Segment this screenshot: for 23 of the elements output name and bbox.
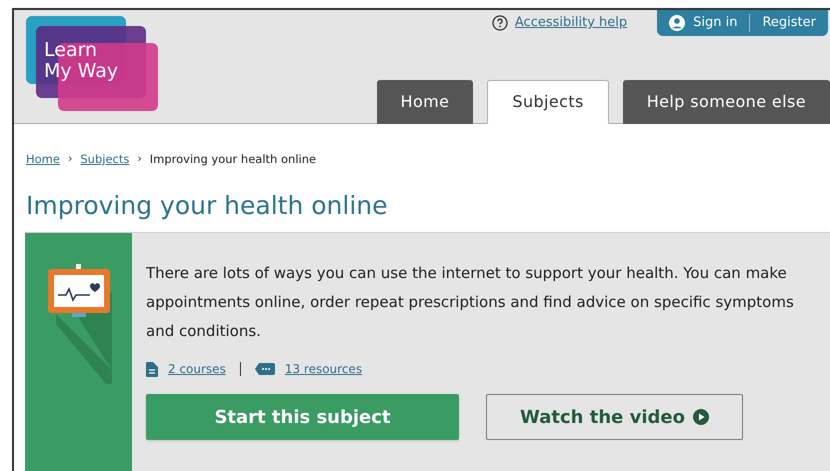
document-icon <box>146 362 158 377</box>
register-button[interactable]: Register <box>762 13 816 33</box>
start-subject-button[interactable]: Start this subject <box>146 394 459 440</box>
breadcrumb-current: Improving your health online <box>150 151 316 168</box>
resources-link[interactable]: 13 resources <box>284 360 362 378</box>
nav-tab[interactable]: Subjects <box>487 80 609 124</box>
user-icon <box>669 15 686 31</box>
help-icon <box>492 14 508 31</box>
breadcrumb-separator: › <box>68 151 72 168</box>
breadcrumb-link[interactable]: Subjects <box>80 151 130 168</box>
accessibility-help-link[interactable]: Accessibility help <box>514 13 628 32</box>
play-icon <box>692 409 709 426</box>
page-title: Improving your health online <box>25 190 389 222</box>
watch-video-button[interactable]: Watch the video <box>486 394 743 440</box>
breadcrumb-separator: › <box>137 151 142 168</box>
nav-tab[interactable]: Help someone else <box>622 80 830 124</box>
courses-link[interactable]: 2 courses <box>168 360 226 378</box>
chat-bubble-icon <box>254 363 275 376</box>
sign-in-button[interactable]: Sign in <box>669 13 738 33</box>
nav-tab[interactable]: Home <box>376 80 474 124</box>
subject-description: There are lots of ways you can use the internet to support your health. You can make appointments online, order repeat prescriptions and find advice on specific symptoms and conditions. <box>146 263 795 342</box>
breadcrumb-link[interactable]: Home <box>26 151 60 168</box>
heart-monitor-icon <box>46 264 112 384</box>
